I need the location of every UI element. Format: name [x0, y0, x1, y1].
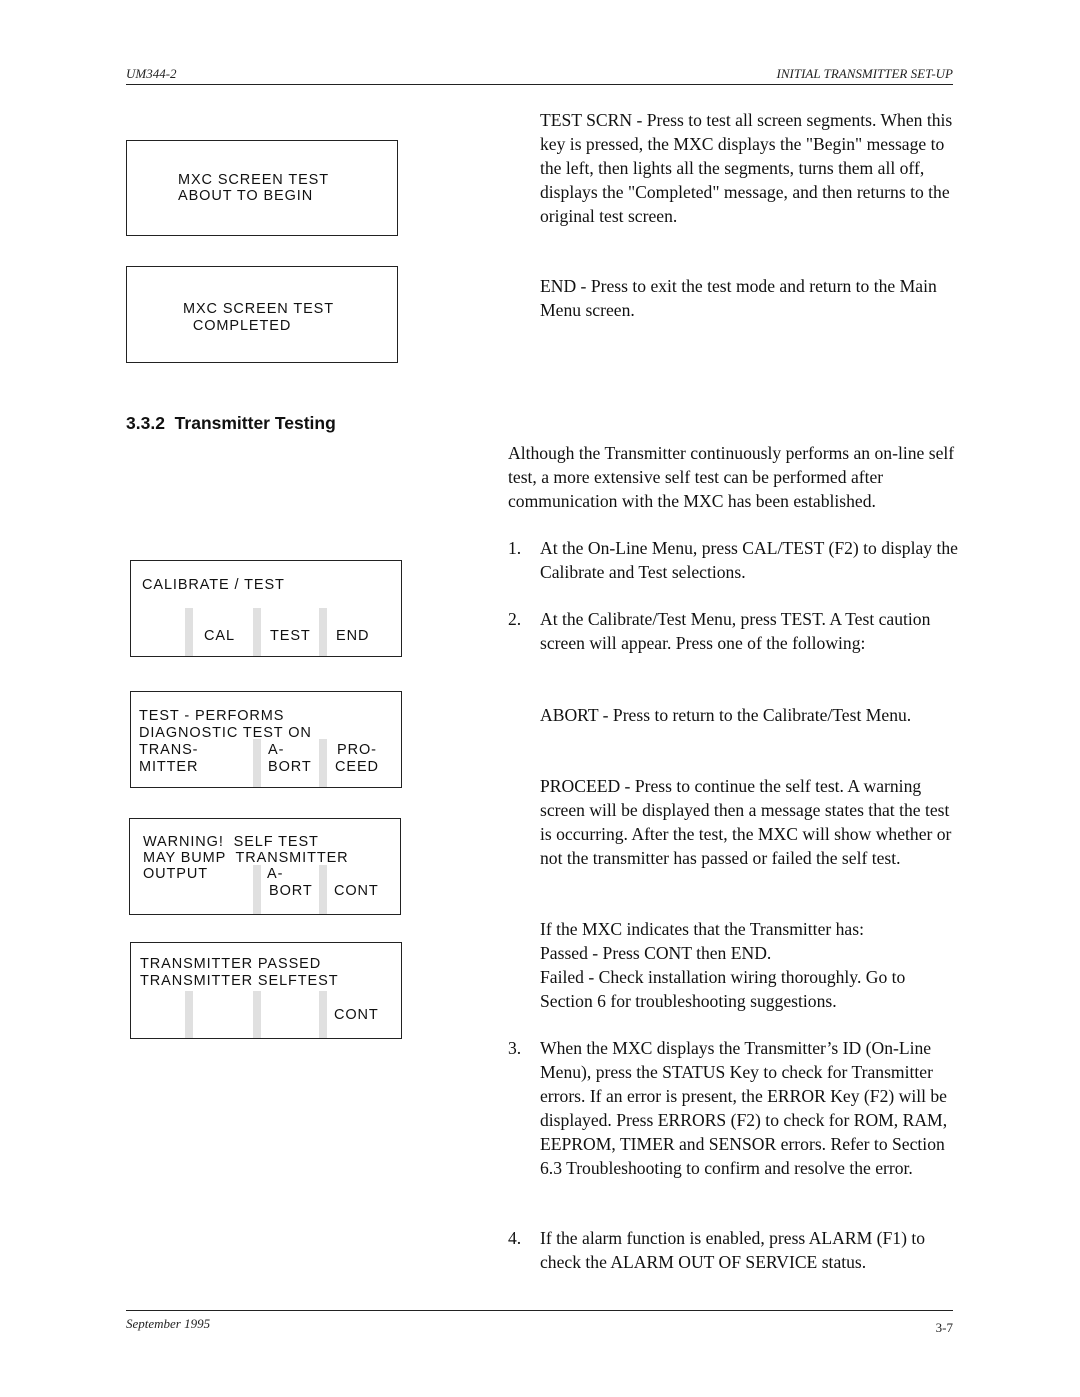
result-intro: If the MXC indicates that the Transmitte… — [540, 919, 864, 939]
abort-description: ABORT - Press to return to the Calibrate… — [540, 705, 912, 725]
lcd-line: MXC SCREEN TEST — [178, 172, 330, 188]
lcd-passed: TRANSMITTER PASSED TRANSMITTER SELFTEST … — [130, 942, 402, 1039]
step-text: If the alarm function is enabled, press … — [540, 1228, 926, 1272]
result-block: If the MXC indicates that the Transmitte… — [540, 917, 960, 1013]
key-separator — [253, 739, 261, 787]
lcd-line: TRANSMITTER SELFTEST — [140, 973, 339, 989]
softkey-abort-line: A- — [268, 742, 285, 758]
step-text: At the On-Line Menu, press CAL/TEST (F2)… — [540, 538, 958, 582]
key-separator — [253, 608, 261, 656]
lcd-line: ABOUT TO BEGIN — [178, 188, 314, 204]
softkey-abort-line: BORT — [268, 759, 312, 775]
page-number: 3-7 — [935, 1320, 953, 1335]
result-failed: Failed - Check installation wiring thoro… — [540, 967, 906, 1011]
lcd-title: CALIBRATE / TEST — [142, 577, 285, 593]
header-rule — [126, 84, 953, 85]
lcd-warning: WARNING! SELF TEST MAY BUMP TRANSMITTER … — [129, 818, 401, 915]
softkey-proceed-line: CEED — [335, 759, 379, 775]
lcd-line: COMPLETED — [183, 318, 292, 334]
test-scrn-description: TEST SCRN - Press to test all screen seg… — [540, 110, 953, 226]
softkey-abort-line: BORT — [269, 883, 313, 899]
end-description: END - Press to exit the test mode and re… — [540, 276, 937, 320]
step-number: 1. — [508, 538, 522, 558]
lcd-screen-test-begin: MXC SCREEN TEST ABOUT TO BEGIN — [126, 140, 398, 236]
key-separator — [319, 608, 327, 656]
section-intro: Although the Transmitter continuously pe… — [508, 443, 955, 511]
footer-rule — [126, 1310, 953, 1311]
softkey-cont[interactable]: CONT — [334, 1007, 379, 1024]
lcd-line: DIAGNOSTIC TEST ON — [139, 725, 312, 741]
key-separator — [185, 608, 193, 656]
key-separator — [319, 865, 327, 914]
section-number: 3.3.2 — [126, 413, 165, 433]
step-number: 2. — [508, 609, 522, 629]
lcd-line: MAY BUMP TRANSMITTER — [143, 850, 349, 866]
step-number: 4. — [508, 1228, 522, 1248]
lcd-line: WARNING! SELF TEST — [143, 834, 319, 850]
section-header-title: INITIAL TRANSMITTER SET-UP — [776, 66, 953, 81]
footer-date: September 1995 — [126, 1316, 211, 1331]
document-id: UM344-2 — [126, 66, 177, 81]
lcd-label: TRANS- — [139, 742, 199, 758]
lcd-label: MITTER — [139, 759, 199, 775]
key-separator — [319, 739, 327, 787]
result-passed: Passed - Press CONT then END. — [540, 943, 772, 963]
softkey-cont[interactable]: CONT — [334, 883, 379, 900]
lcd-line: TEST - PERFORMS — [139, 708, 285, 724]
key-separator — [253, 991, 261, 1038]
key-separator — [253, 865, 261, 914]
lcd-calibrate-test: CALIBRATE / TEST CAL TEST END — [130, 560, 402, 657]
softkey-cal[interactable]: CAL — [204, 628, 235, 645]
key-separator — [185, 991, 193, 1038]
softkey-proceed-line: PRO- — [337, 742, 377, 758]
softkey-test[interactable]: TEST — [270, 628, 311, 645]
key-separator — [319, 991, 327, 1038]
lcd-screen-test-completed: MXC SCREEN TEST COMPLETED — [126, 266, 398, 363]
step-text: At the Calibrate/Test Menu, press TEST. … — [540, 609, 931, 653]
section-title: Transmitter Testing — [174, 413, 336, 433]
step-number: 3. — [508, 1038, 522, 1058]
softkey-abort-line: A- — [267, 866, 284, 882]
section-heading: 3.3.2 Transmitter Testing — [126, 413, 336, 434]
lcd-test-performs: TEST - PERFORMS DIAGNOSTIC TEST ON TRANS… — [130, 691, 402, 788]
softkey-end[interactable]: END — [336, 628, 369, 645]
step-text: When the MXC displays the Transmitter’s … — [540, 1038, 948, 1178]
lcd-line: TRANSMITTER PASSED — [140, 956, 322, 972]
lcd-line: OUTPUT — [143, 866, 209, 882]
proceed-description: PROCEED - Press to continue the self tes… — [540, 776, 952, 868]
lcd-line: MXC SCREEN TEST — [183, 301, 335, 317]
